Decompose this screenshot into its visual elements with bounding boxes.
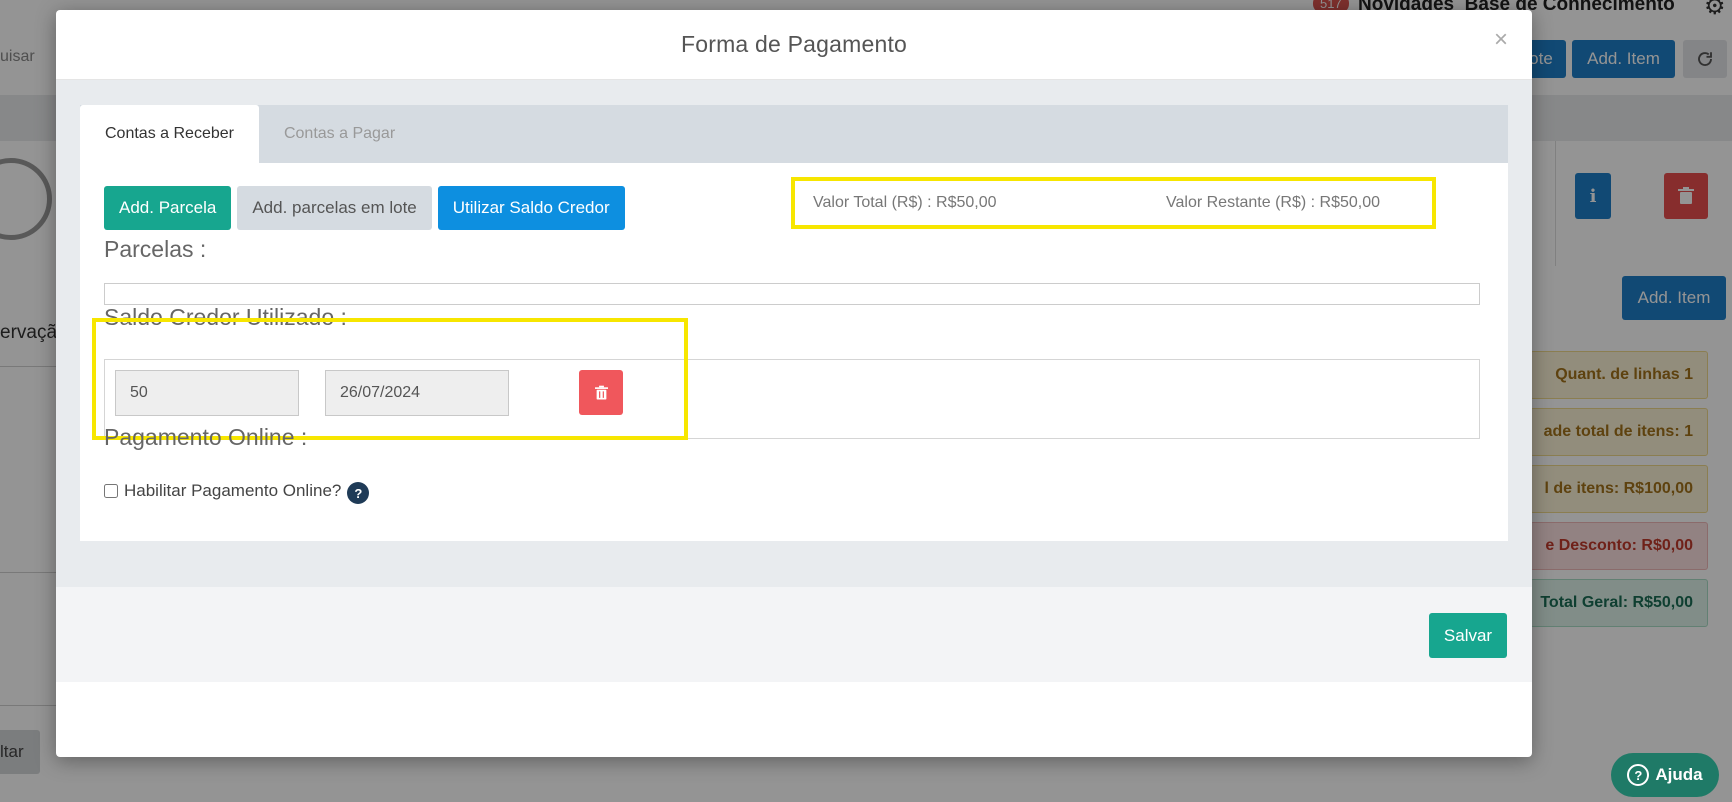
parcelas-list: [104, 283, 1480, 305]
modal-header: Forma de Pagamento ×: [56, 10, 1532, 80]
online-payment-option[interactable]: Habilitar Pagamento Online? ?: [104, 478, 370, 504]
online-payment-checkbox-label: Habilitar Pagamento Online?: [124, 481, 342, 500]
tabs-container: Contas a Receber Contas a Pagar Add. Par…: [80, 105, 1508, 541]
credit-date-field[interactable]: [325, 370, 509, 416]
payment-modal: Forma de Pagamento × Contas a Receber Co…: [56, 10, 1532, 757]
credit-balance-row: [104, 359, 1480, 439]
close-icon[interactable]: ×: [1494, 28, 1508, 52]
tab-content-receber: Add. Parcela Add. parcelas em lote Utili…: [80, 163, 1508, 541]
parcelas-label: Parcelas :: [104, 236, 207, 262]
action-buttons: Add. Parcela Add. parcelas em lote Utili…: [104, 186, 625, 230]
tab-bar: Contas a Receber Contas a Pagar: [80, 105, 1508, 163]
save-button[interactable]: Salvar: [1429, 613, 1507, 658]
help-button[interactable]: ? Ajuda: [1611, 753, 1719, 797]
modal-body: Contas a Receber Contas a Pagar Add. Par…: [56, 80, 1532, 587]
add-parcela-button[interactable]: Add. Parcela: [104, 186, 232, 230]
online-payment-label: Pagamento Online :: [104, 424, 308, 450]
values-summary: Valor Total (R$) : R$50,00 Valor Restant…: [791, 177, 1436, 229]
remaining-value: Valor Restante (R$) : R$50,00: [1166, 194, 1381, 211]
add-parcelas-lote-button[interactable]: Add. parcelas em lote: [237, 186, 432, 230]
tab-contas-a-receber[interactable]: Contas a Receber: [80, 105, 259, 163]
help-icon[interactable]: ?: [347, 482, 370, 504]
modal-title: Forma de Pagamento: [680, 31, 908, 57]
online-payment-checkbox[interactable]: [104, 484, 118, 498]
credit-amount-field[interactable]: [115, 370, 299, 416]
use-credit-balance-button[interactable]: Utilizar Saldo Credor: [437, 186, 625, 230]
tab-contas-a-pagar[interactable]: Contas a Pagar: [259, 105, 420, 163]
help-button-label: Ajuda: [1655, 765, 1703, 784]
trash-icon[interactable]: [579, 370, 623, 415]
total-value: Valor Total (R$) : R$50,00: [813, 194, 997, 211]
modal-footer: Salvar: [56, 587, 1532, 682]
credit-balance-label: Saldo Credor Utilizado :: [104, 304, 347, 330]
question-circle-icon: ?: [1627, 764, 1650, 786]
